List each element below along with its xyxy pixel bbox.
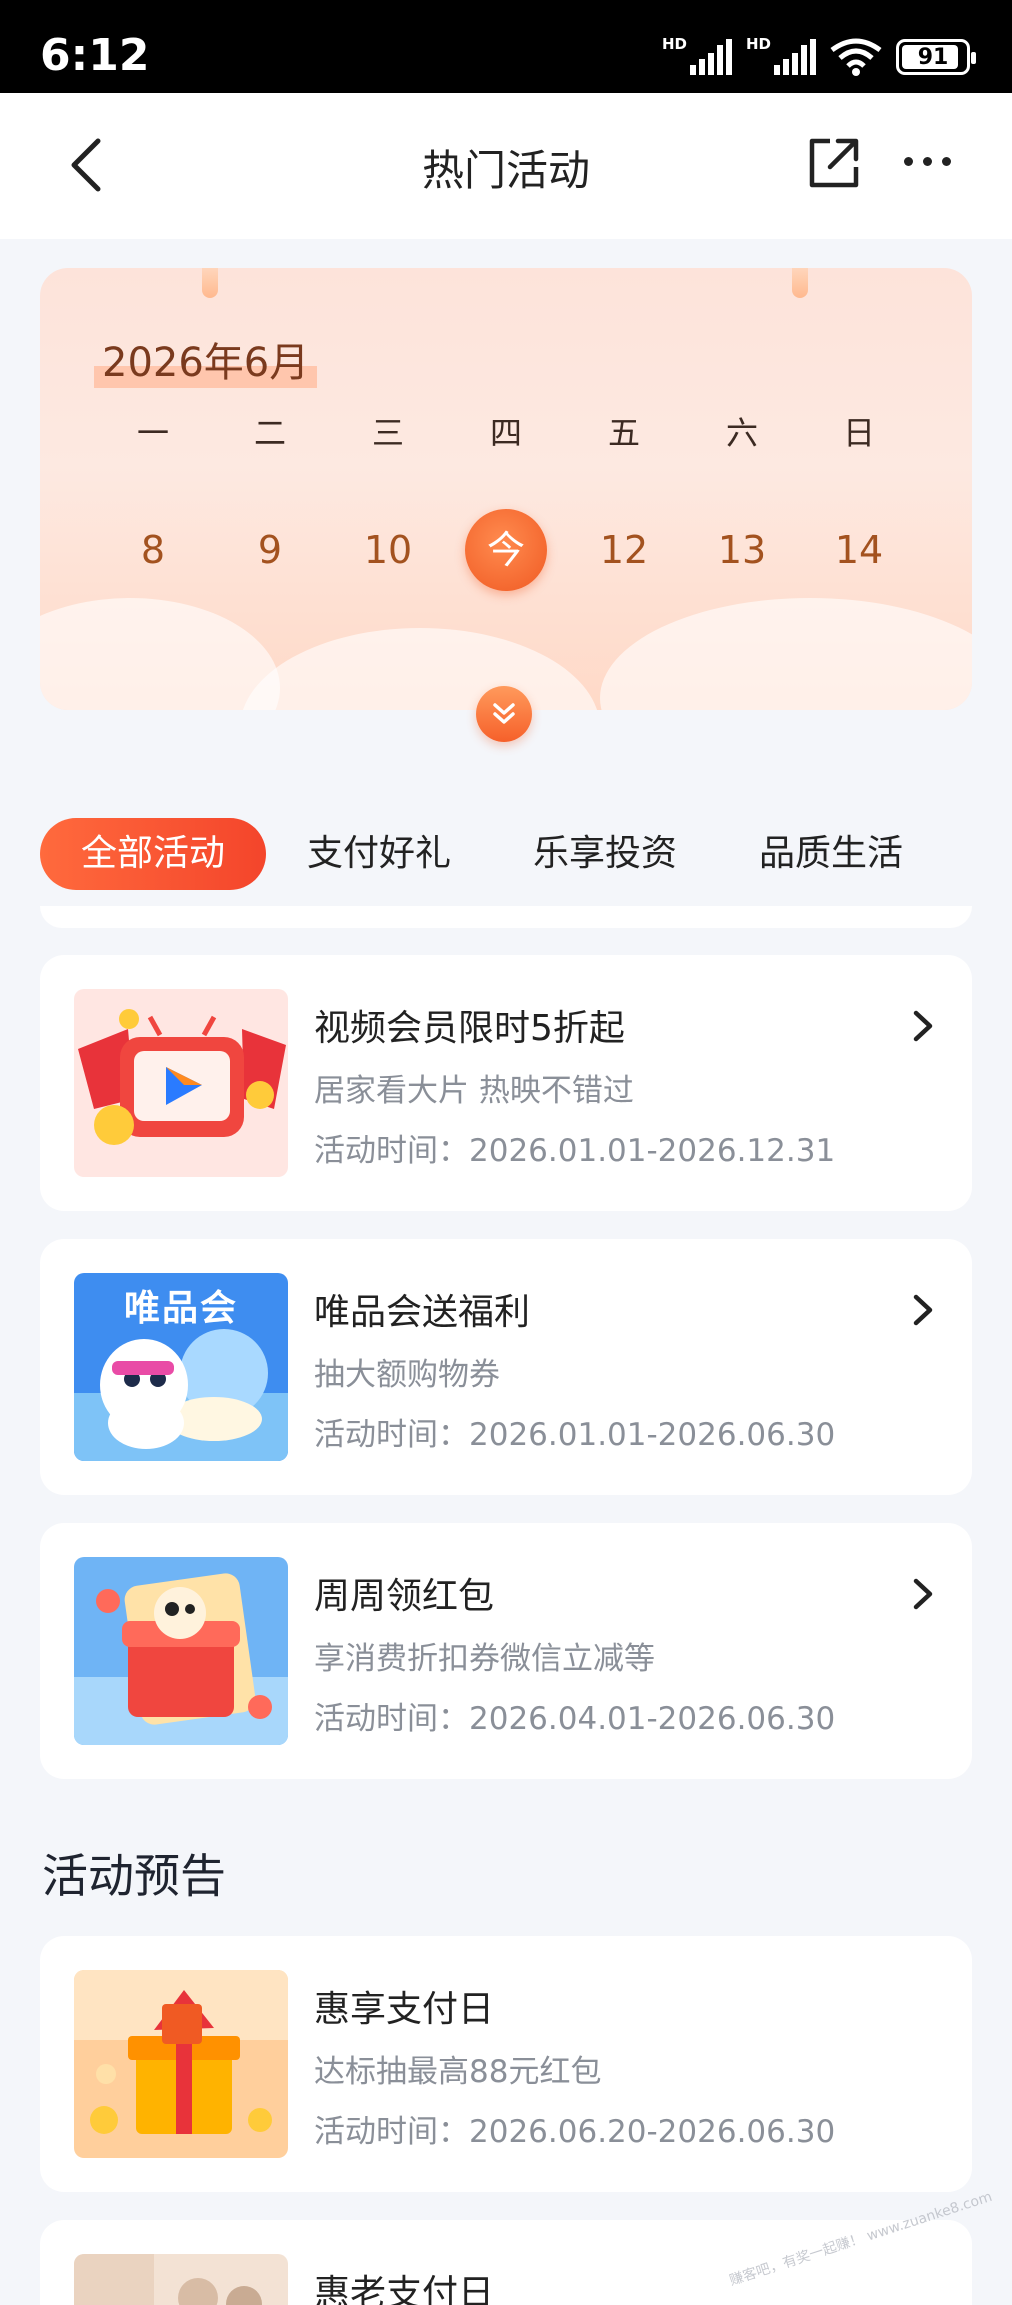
senior-payment-day-thumbnail [74,2254,288,2305]
activity-time: 活动时间：2026.04.01-2026.06.30 [314,1701,836,1737]
card-edge [40,906,972,928]
activity-title: 唯品会送福利 [314,1292,531,1333]
chevron-right-icon [913,1578,933,1610]
activity-time: 活动时间：2026.01.01-2026.12.31 [314,1133,836,1169]
tab-quality-life[interactable]: 品质生活 [718,818,944,890]
activity-time: 活动时间：2026.01.01-2026.06.30 [314,1417,836,1453]
preview-section-title: 活动预告 [42,1849,226,1903]
calendar-day[interactable]: 10 [338,508,438,592]
tab-investment[interactable]: 乐享投资 [492,818,718,890]
preview-title: 惠享支付日 [314,1989,495,2030]
vip-shop-thumbnail: 唯品会 [74,1273,288,1461]
weekday-label: 六 [725,414,758,452]
preview-card[interactable]: 惠享支付日 达标抽最高88元红包 活动时间：2026.06.20-2026.06… [40,1936,972,2192]
expand-calendar-button[interactable] [476,686,532,742]
activity-title: 视频会员限时5折起 [314,1008,625,1049]
calendar-day[interactable]: 8 [103,508,203,592]
activity-card[interactable]: 视频会员限时5折起 居家看大片 热映不错过 活动时间：2026.01.01-20… [40,955,972,1211]
weekday-label: 三 [371,414,404,452]
calendar-month: 2026年6月 [94,330,318,388]
preview-title: 惠老支付日 [314,2273,495,2305]
video-membership-thumbnail [74,989,288,1177]
more-options-icon[interactable] [904,149,952,173]
weekday-label: 二 [253,414,286,452]
activity-card[interactable]: 唯品会 唯品会送福利 抽大额购物券 活动时间：2026.01.01-2026.0… [40,1239,972,1495]
weekly-red-packet-thumbnail [74,1557,288,1745]
double-chevron-down-icon [493,703,515,724]
status-icons: HD HD 91 [662,35,976,76]
activity-card[interactable]: 周周领红包 享消费折扣券微信立减等 活动时间：2026.04.01-2026.0… [40,1523,972,1779]
weekday-label: 五 [607,414,640,452]
weekday-label: 四 [489,414,522,452]
share-icon[interactable] [806,135,862,191]
thumbnail-brand-text: 唯品会 [123,1288,238,1329]
battery-icon: 91 [896,39,976,75]
wifi-icon [830,38,882,76]
calendar-day[interactable]: 9 [220,508,320,592]
preview-card[interactable]: 惠老支付日 [40,2220,972,2305]
activity-subtitle: 居家看大片 热映不错过 [314,1073,634,1109]
activity-subtitle: 享消费折扣券微信立减等 [314,1641,655,1677]
signal-icon: HD [746,35,816,75]
activity-subtitle: 抽大额购物券 [314,1357,500,1393]
tab-payment-gifts[interactable]: 支付好礼 [266,818,492,890]
payment-day-thumbnail [74,1970,288,2158]
tab-all-activities[interactable]: 全部活动 [40,818,266,890]
calendar-card: 2026年6月 一 二 三 四 五 六 日 8 9 10 今 12 13 14 [40,268,972,710]
signal-icon: HD [662,35,732,75]
preview-time: 活动时间：2026.06.20-2026.06.30 [314,2114,836,2150]
chevron-right-icon [913,1010,933,1042]
preview-subtitle: 达标抽最高88元红包 [314,2054,602,2090]
status-time: 6:12 [40,30,150,81]
top-nav-bar: 热门活动 [0,93,1012,239]
weekday-label: 一 [136,414,169,452]
chevron-right-icon [913,1294,933,1326]
calendar-day[interactable]: 14 [809,508,909,592]
weekday-label: 日 [842,414,875,452]
calendar-day-today[interactable]: 今 [465,509,547,591]
calendar-day[interactable]: 13 [692,508,792,592]
calendar-day[interactable]: 12 [574,508,674,592]
status-bar: 6:12 HD HD 91 [0,0,1012,93]
activity-title: 周周领红包 [314,1576,495,1617]
category-tabs: 全部活动 支付好礼 乐享投资 品质生活 [40,818,972,890]
